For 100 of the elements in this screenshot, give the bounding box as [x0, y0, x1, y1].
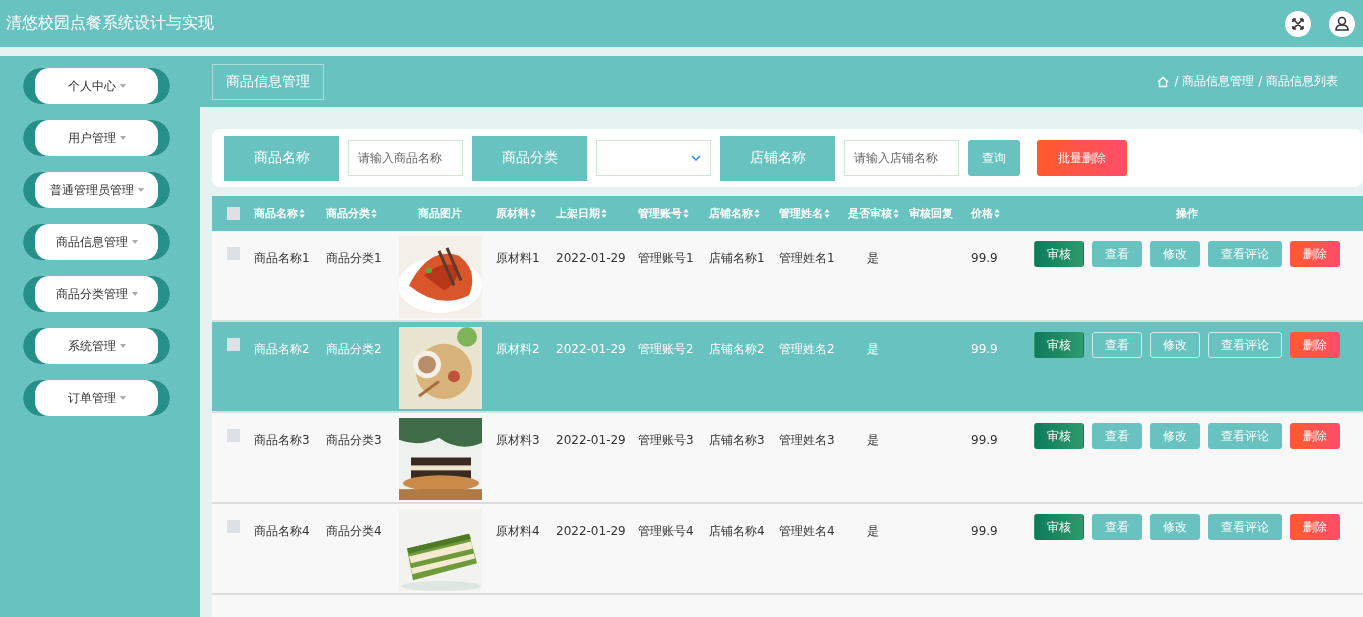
column-header[interactable]: 管理账号 [632, 196, 703, 231]
fullscreen-icon[interactable] [1285, 10, 1311, 37]
action-button[interactable]: 查看评论 [1207, 423, 1282, 449]
sort-icon[interactable] [994, 209, 1000, 218]
caret-icon [131, 292, 138, 296]
chevron-down-icon[interactable] [691, 155, 701, 161]
sort-icon[interactable] [530, 209, 536, 218]
table-cell: 2022-01-29 [556, 433, 626, 447]
table-cell: 是 [867, 251, 879, 265]
table-cell: 商品名称4 [254, 524, 310, 538]
checkbox[interactable] [226, 207, 240, 220]
table-cell: 店铺名称1 [709, 251, 765, 265]
sort-icon[interactable] [892, 209, 899, 218]
action-button[interactable]: 删除 [1289, 332, 1340, 358]
home-icon[interactable] [1157, 75, 1170, 88]
table-cell: 店铺名称2 [709, 342, 765, 356]
column-header[interactable]: 操作 [1010, 196, 1363, 231]
sort-icon[interactable] [299, 209, 305, 218]
table-cell: 商品名称3 [254, 433, 310, 447]
checkbox[interactable] [226, 247, 240, 260]
table-cell: 2022-01-29 [556, 524, 626, 538]
action-button[interactable]: 修改 [1149, 332, 1200, 358]
action-button[interactable]: 查看 [1091, 514, 1142, 540]
search-button[interactable]: 查询 [968, 140, 1020, 176]
action-button[interactable]: 查看评论 [1207, 332, 1282, 358]
table-row[interactable]: 商品名称4 商品分类4 原材料4 2022-01-29 管理账号4 店铺名称4 管理姓名4 是 99.9 审核 查看 修改 查看评论 删除 [212, 504, 1363, 595]
table-cell: 商品分类3 [326, 433, 382, 447]
input-field[interactable]: 请输入店铺名称 [844, 140, 959, 176]
table-cell: 管理账号1 [638, 251, 694, 265]
filter-label: 商品分类 [472, 135, 587, 181]
table-cell: 原材料4 [496, 524, 540, 538]
table-cell: 管理姓名1 [779, 251, 835, 265]
table-cell: 管理姓名4 [779, 524, 835, 538]
table-cell: 原材料2 [496, 342, 540, 356]
checkbox[interactable] [226, 520, 240, 533]
input-field[interactable]: 请输入商品名称 [348, 140, 463, 176]
table-cell: 商品名称2 [254, 342, 310, 356]
action-button[interactable]: 审核 [1033, 423, 1084, 449]
sidebar-item[interactable]: 商品分类管理 [23, 276, 170, 312]
table-row[interactable]: 商品名称2 商品分类2 原材料2 2022-01-29 管理账号2 店铺名称2 管理姓名2 是 99.9 审核 查看 修改 查看评论 删除 [212, 322, 1363, 413]
column-header[interactable]: 价格 [965, 196, 1010, 231]
column-header[interactable]: 商品名称 [248, 196, 320, 231]
action-button[interactable]: 审核 [1033, 514, 1084, 540]
sidebar-item[interactable]: 普通管理员管理 [23, 172, 170, 208]
sidebar-item[interactable]: 订单管理 [23, 380, 170, 416]
table-cell: 商品分类1 [326, 251, 382, 265]
table-cell: 管理账号3 [638, 433, 694, 447]
column-header[interactable]: 管理姓名 [773, 196, 843, 231]
table-cell: 原材料3 [496, 433, 540, 447]
caret-icon [119, 396, 126, 400]
sort-icon[interactable] [824, 209, 830, 218]
column-header[interactable]: 商品图片 [390, 196, 490, 231]
action-button[interactable]: 审核 [1033, 241, 1084, 267]
checkbox[interactable] [226, 429, 240, 442]
action-button[interactable]: 删除 [1289, 514, 1340, 540]
table-cell: 商品分类4 [326, 524, 382, 538]
sidebar-item[interactable]: 商品信息管理 [23, 224, 170, 260]
caret-icon [119, 84, 126, 88]
select-field[interactable] [596, 140, 711, 176]
action-button[interactable]: 查看评论 [1207, 514, 1282, 540]
action-button[interactable]: 审核 [1033, 332, 1084, 358]
batch-delete-button[interactable]: 批量删除 [1037, 140, 1127, 176]
user-icon[interactable] [1329, 10, 1355, 37]
table-cell: 店铺名称4 [709, 524, 765, 538]
sidebar-item[interactable]: 用户管理 [23, 120, 170, 156]
action-button[interactable]: 删除 [1289, 241, 1340, 267]
action-button[interactable]: 删除 [1289, 423, 1340, 449]
breadcrumb: / 商品信息管理 / 商品信息列表 [1174, 73, 1338, 90]
caret-icon [119, 136, 126, 140]
checkbox[interactable] [226, 338, 240, 351]
sort-icon[interactable] [371, 209, 377, 218]
table-cell: 是 [867, 524, 879, 538]
action-button[interactable]: 修改 [1149, 241, 1200, 267]
action-button[interactable]: 修改 [1149, 423, 1200, 449]
column-header[interactable]: 审核回复 [903, 196, 965, 231]
table-cell: 2022-01-29 [556, 342, 626, 356]
column-header[interactable]: 店铺名称 [703, 196, 773, 231]
sort-icon[interactable] [601, 209, 607, 218]
page-tab[interactable]: 商品信息管理 [212, 63, 324, 100]
column-header[interactable]: 原材料 [490, 196, 550, 231]
column-header[interactable]: 上架日期 [550, 196, 632, 231]
table-cell: 是 [867, 433, 879, 447]
sidebar-item[interactable]: 系统管理 [23, 328, 170, 364]
app-title: 清悠校园点餐系统设计与实现 [6, 13, 214, 34]
action-button[interactable]: 修改 [1149, 514, 1200, 540]
sidebar-item[interactable]: 个人中心 [23, 68, 170, 104]
sort-icon[interactable] [683, 209, 689, 218]
column-header[interactable]: 是否审核 [843, 196, 903, 231]
column-header[interactable]: 商品分类 [320, 196, 390, 231]
sort-icon[interactable] [754, 209, 760, 218]
table-cell: 管理账号2 [638, 342, 694, 356]
table-row[interactable]: 商品名称3 商品分类3 原材料3 2022-01-29 管理账号3 店铺名称3 管理姓名3 是 99.9 审核 查看 修改 查看评论 删除 [212, 413, 1363, 504]
filter-label: 商品名称 [224, 135, 339, 181]
action-button[interactable]: 查看 [1091, 423, 1142, 449]
caret-icon [119, 344, 126, 348]
action-button[interactable]: 查看评论 [1207, 241, 1282, 267]
action-button[interactable]: 查看 [1091, 332, 1142, 358]
action-button[interactable]: 查看 [1091, 241, 1142, 267]
table-cell: 管理账号4 [638, 524, 694, 538]
table-cell: 商品分类2 [326, 342, 382, 356]
